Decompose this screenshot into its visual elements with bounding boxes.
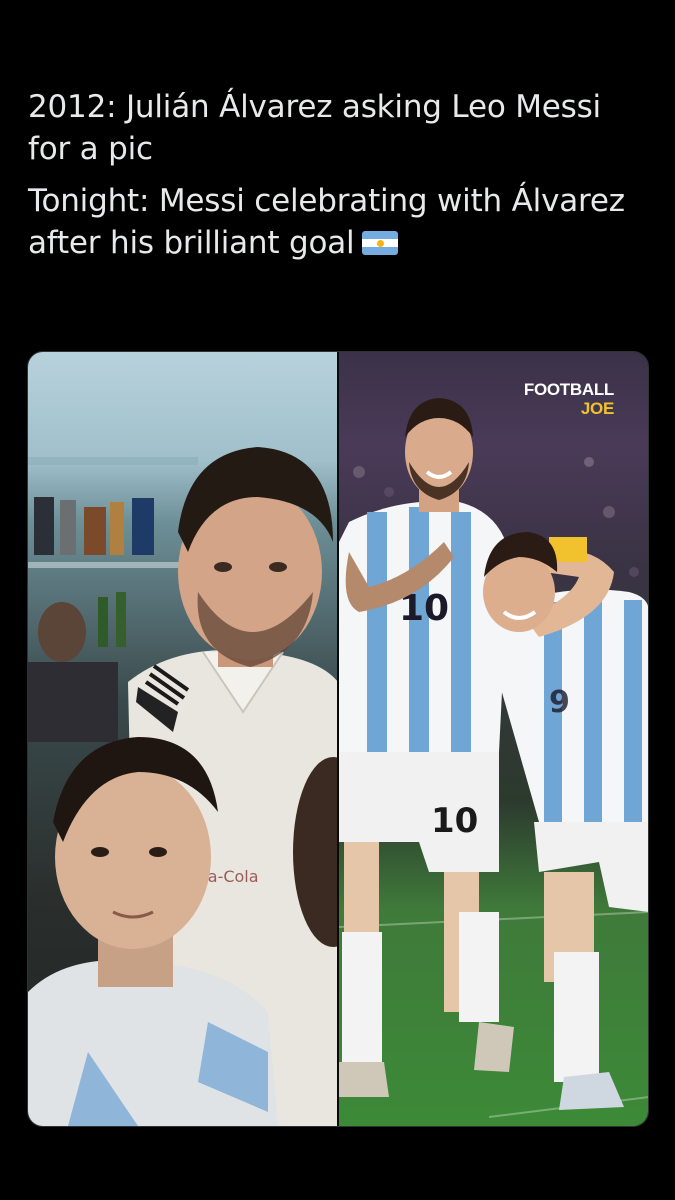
tweet-line-tonight-text: Tonight: Messi celebrating with Álvarez … [28, 183, 625, 261]
football-joe-watermark: FOOTBALL JOE [524, 380, 614, 418]
photo-tonight: 10 10 9 FOOTBALL JOE [337, 352, 648, 1126]
photo-2012: Coca-Cola [28, 352, 337, 1126]
tweet-text: 2012: Julián Álvarez asking Leo Messi fo… [28, 86, 648, 274]
photo-2012-illustration: Coca-Cola [28, 447, 337, 1126]
tweet-media-image[interactable]: Coca-Cola 10 10 9 FOOTBALL JOE [27, 351, 649, 1127]
tweet-line-2012: 2012: Julián Álvarez asking Leo Messi fo… [28, 86, 648, 170]
watermark-line-1: FOOTBALL [523, 380, 614, 399]
alvarez-shirt-number: 9 [549, 685, 570, 720]
argentina-flag-icon [362, 231, 399, 255]
photo-tonight-illustration: 10 10 9 [339, 398, 648, 1118]
watermark-line-2: JOE [580, 399, 614, 418]
tweet-line-2012-text: 2012: Julián Álvarez asking Leo Messi fo… [28, 89, 601, 167]
messi-shorts-number: 10 [431, 801, 478, 841]
tweet-line-tonight: Tonight: Messi celebrating with Álvarez … [28, 180, 648, 264]
